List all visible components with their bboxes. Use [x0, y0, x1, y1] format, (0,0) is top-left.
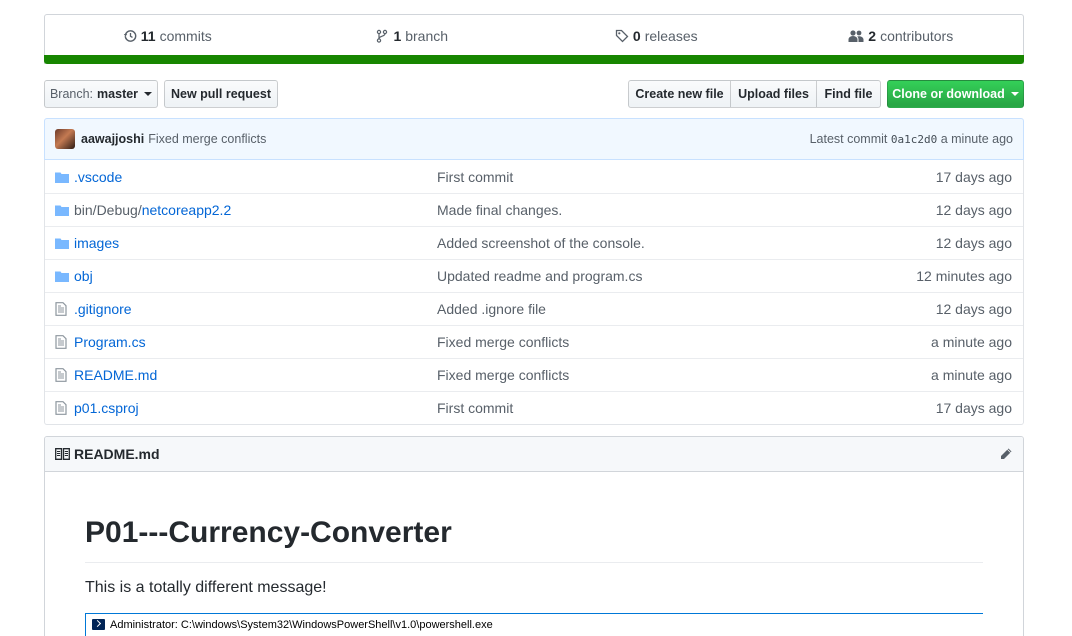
- latest-commit-age: a minute ago: [940, 132, 1013, 146]
- commit-author-link[interactable]: aawajjoshi: [81, 132, 144, 146]
- file-icon: [55, 401, 67, 415]
- readme-content: P01---Currency-Converter This is a total…: [45, 472, 1023, 636]
- file-commit-message-link[interactable]: First commit: [437, 169, 513, 185]
- branches-link[interactable]: 1 branch: [290, 28, 535, 44]
- releases-label: releases: [644, 27, 698, 44]
- latest-commit-prefix: Latest commit: [809, 132, 888, 146]
- repo-summary: 11 commits 1 branch 0 releases 2 contrib…: [44, 14, 1024, 64]
- new-pull-request-button[interactable]: New pull request: [164, 80, 278, 108]
- file-age: 17 days ago: [935, 168, 1012, 185]
- powershell-icon: [92, 619, 105, 630]
- file-age: 17 days ago: [935, 400, 1012, 416]
- file-name-link[interactable]: p01.csproj: [74, 400, 139, 416]
- people-icon: [848, 29, 864, 42]
- find-file-button[interactable]: Find file: [816, 80, 881, 108]
- contributors-label: contributors: [880, 27, 954, 44]
- folder-icon: [55, 172, 69, 183]
- file-name-link[interactable]: netcoreapp2.2: [142, 202, 232, 218]
- file-row: Program.cs Fixed merge conflicts a minut…: [45, 325, 1023, 358]
- language-bar[interactable]: [44, 55, 1024, 64]
- console-window-title: Administrator: C:\windows\System32\Windo…: [110, 618, 493, 631]
- file-icon: [55, 368, 67, 382]
- branch-select-button[interactable]: Branch: master: [44, 80, 158, 108]
- file-row: .gitignore Added .ignore file 12 days ag…: [45, 292, 1023, 325]
- readme-panel: README.md P01---Currency-Converter This …: [44, 436, 1024, 636]
- releases-link[interactable]: 0 releases: [534, 28, 779, 44]
- file-age: 12 days ago: [935, 301, 1012, 317]
- file-row: images Added screenshot of the console. …: [45, 226, 1023, 259]
- commits-label: commits: [159, 27, 212, 44]
- file-name-link[interactable]: Program.cs: [74, 334, 146, 350]
- file-name-link[interactable]: images: [74, 235, 119, 251]
- file-name-prefix: bin/Debug/: [74, 202, 142, 218]
- releases-count: 0: [632, 27, 641, 44]
- file-age: 12 minutes ago: [916, 268, 1012, 284]
- file-row: bin/Debug/netcoreapp2.2 Made final chang…: [45, 193, 1023, 226]
- latest-commit-bar: aawajjoshi Fixed merge conflicts Latest …: [44, 118, 1024, 160]
- file-name-link[interactable]: obj: [74, 268, 93, 284]
- avatar[interactable]: [55, 129, 75, 149]
- folder-icon: [55, 271, 69, 282]
- upload-files-button[interactable]: Upload files: [730, 80, 817, 108]
- tag-icon: [615, 29, 629, 42]
- readme-filename: README.md: [74, 446, 160, 462]
- file-navigation: Branch: master New pull request Create n…: [44, 80, 1024, 109]
- readme-paragraph: This is a totally different message!: [85, 578, 327, 596]
- console-screenshot: Administrator: C:\windows\System32\Windo…: [85, 612, 983, 636]
- file-name-link[interactable]: README.md: [74, 367, 157, 383]
- create-new-file-button[interactable]: Create new file: [628, 80, 731, 108]
- dropdown-caret-icon: [144, 92, 153, 96]
- dropdown-caret-icon: [1010, 92, 1019, 96]
- branches-label: branch: [405, 27, 449, 44]
- branch-prefix: Branch:: [49, 87, 94, 101]
- branches-count: 1: [393, 27, 402, 44]
- commits-count: 11: [140, 27, 156, 44]
- file-age: 12 days ago: [935, 202, 1012, 218]
- file-commit-message-link[interactable]: Fixed merge conflicts: [437, 334, 569, 350]
- file-commit-message-link[interactable]: Updated readme and program.cs: [437, 268, 642, 284]
- file-name-link[interactable]: .gitignore: [74, 301, 132, 317]
- file-row: obj Updated readme and program.cs 12 min…: [45, 259, 1023, 292]
- contributors-link[interactable]: 2 contributors: [779, 28, 1024, 44]
- file-commit-message-link[interactable]: Fixed merge conflicts: [437, 367, 569, 383]
- file-icon: [55, 302, 67, 316]
- contributors-count: 2: [868, 27, 877, 44]
- file-list: .vscode First commit 17 days ago bin/Deb…: [44, 160, 1024, 425]
- file-icon: [55, 335, 67, 349]
- file-commit-message-link[interactable]: Made final changes.: [437, 202, 562, 218]
- folder-icon: [55, 205, 69, 216]
- file-age: 12 days ago: [935, 235, 1012, 251]
- clone-or-download-button[interactable]: Clone or download: [887, 80, 1024, 108]
- readme-header: README.md: [45, 437, 1023, 472]
- file-row: README.md Fixed merge conflicts a minute…: [45, 358, 1023, 391]
- pencil-icon[interactable]: [999, 447, 1013, 461]
- file-row: p01.csproj First commit 17 days ago: [45, 391, 1023, 424]
- history-icon: [123, 29, 137, 42]
- file-age: a minute ago: [931, 334, 1012, 350]
- folder-icon: [55, 238, 69, 249]
- branch-name: master: [97, 87, 139, 101]
- latest-commit-info: Latest commit 0a1c2d0 a minute ago: [810, 132, 1013, 146]
- file-age: a minute ago: [931, 367, 1012, 383]
- file-commit-message-link[interactable]: First commit: [437, 400, 513, 416]
- file-commit-message-link[interactable]: Added screenshot of the console.: [437, 235, 645, 251]
- commits-link[interactable]: 11 commits: [45, 28, 290, 44]
- clone-or-download-label: Clone or download: [892, 87, 1005, 101]
- commit-message-link[interactable]: Fixed merge conflicts: [148, 132, 266, 146]
- file-row: .vscode First commit 17 days ago: [45, 160, 1023, 193]
- commit-sha-link[interactable]: 0a1c2d0: [891, 133, 937, 146]
- book-icon: [55, 448, 70, 460]
- file-commit-message-link[interactable]: Added .ignore file: [437, 301, 546, 317]
- branch-icon: [377, 29, 388, 43]
- readme-heading: P01---Currency-Converter: [85, 514, 983, 563]
- file-name-link[interactable]: .vscode: [74, 169, 122, 185]
